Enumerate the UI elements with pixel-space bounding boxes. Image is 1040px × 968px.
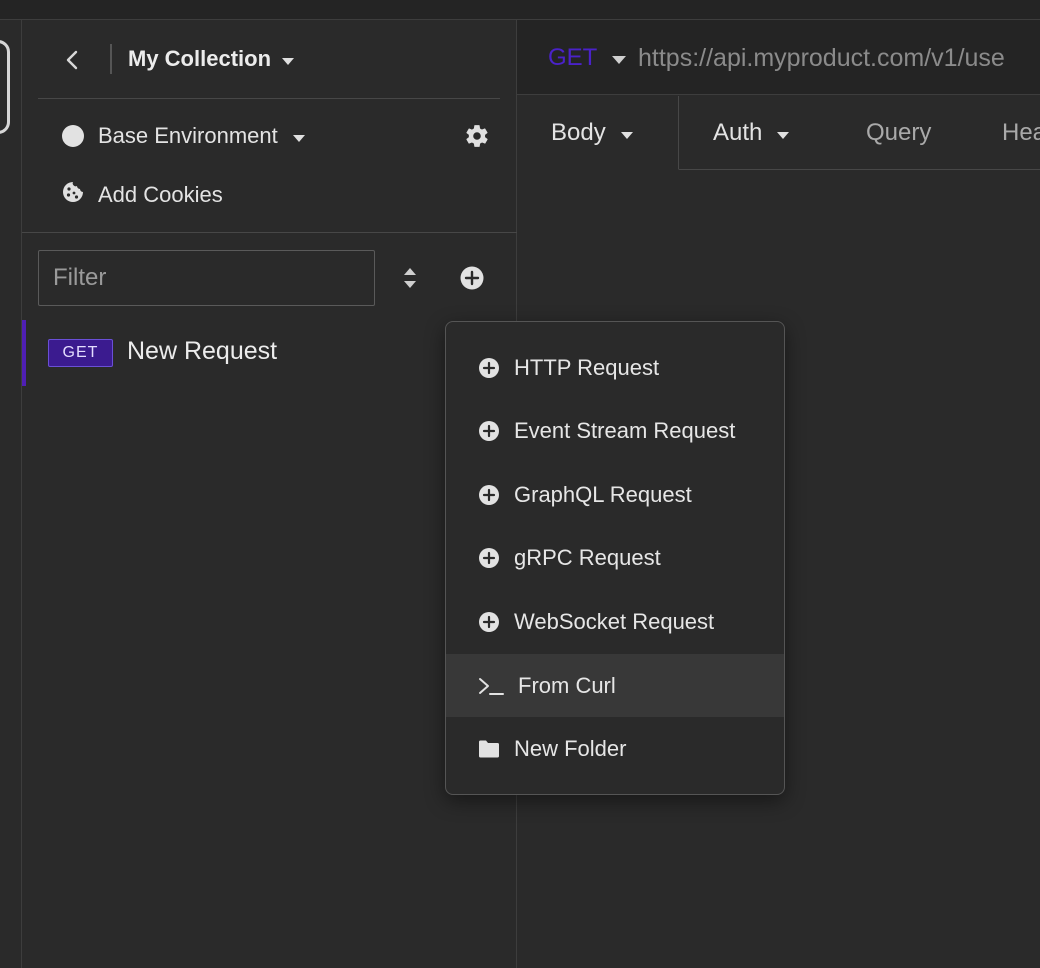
sidebar: My Collection Base Environment Add Cooki… <box>22 20 517 968</box>
http-method-label: GET <box>548 44 598 71</box>
add-cookies-label: Add Cookies <box>98 182 223 207</box>
tab-label: Hea <box>1002 119 1040 146</box>
menu-item-grpc-request[interactable]: gRPC Request <box>446 526 784 589</box>
plus-circle-icon <box>478 420 500 442</box>
menu-item-label: From Curl <box>518 672 616 698</box>
menu-item-event-stream-request[interactable]: Event Stream Request <box>446 399 784 462</box>
plus-circle-icon <box>478 611 500 633</box>
url-bar: GET https://api.myproduct.com/v1/use <box>517 20 1040 95</box>
gear-icon[interactable] <box>464 123 490 149</box>
menu-item-label: HTTP Request <box>514 354 660 380</box>
rail-button[interactable] <box>0 40 10 134</box>
menu-item-label: gRPC Request <box>514 544 661 570</box>
tab-body[interactable]: Body <box>517 96 679 170</box>
menu-item-from-curl[interactable]: From Curl <box>446 654 784 717</box>
request-tabs: Body Auth Query Hea <box>517 96 1040 170</box>
tab-label: Query <box>866 119 932 146</box>
environment-label: Base Environment <box>98 123 278 148</box>
menu-item-new-folder[interactable]: New Folder <box>446 717 784 780</box>
create-menu: HTTP Request Event Stream Request GraphQ… <box>445 321 785 795</box>
caret-down-icon <box>292 123 306 149</box>
collection-title: My Collection <box>128 46 272 71</box>
http-method-dropdown[interactable]: GET <box>548 44 627 72</box>
divider <box>110 44 112 74</box>
menu-item-label: WebSocket Request <box>514 608 715 634</box>
tab-query[interactable]: Query <box>866 96 931 170</box>
tabs-divider <box>679 169 1040 170</box>
sort-icon[interactable] <box>398 264 422 292</box>
plus-circle-icon <box>478 357 500 379</box>
folder-icon <box>478 738 500 760</box>
title-bar <box>0 0 1040 20</box>
menu-item-graphql-request[interactable]: GraphQL Request <box>446 463 784 526</box>
plus-circle-icon <box>478 547 500 569</box>
caret-down-icon <box>620 119 634 147</box>
cookie-icon <box>62 181 84 209</box>
menu-item-http-request[interactable]: HTTP Request <box>446 336 784 399</box>
plus-circle-icon[interactable] <box>459 265 485 291</box>
terminal-icon <box>478 675 504 697</box>
caret-down-icon <box>776 119 790 147</box>
environment-selector[interactable]: Base Environment <box>62 120 306 152</box>
url-input[interactable]: https://api.myproduct.com/v1/use <box>638 44 1005 73</box>
caret-down-icon <box>281 46 295 72</box>
left-rail <box>0 20 22 968</box>
collection-title-dropdown[interactable]: My Collection <box>128 44 295 74</box>
filter-input[interactable] <box>38 250 375 306</box>
caret-down-icon <box>611 44 627 72</box>
tab-auth[interactable]: Auth <box>713 96 790 170</box>
active-indicator <box>22 320 26 386</box>
environment-dot-icon <box>62 125 84 147</box>
tab-label: Auth <box>713 119 763 146</box>
chevron-left-icon[interactable] <box>62 45 82 75</box>
add-cookies-button[interactable]: Add Cookies <box>62 179 223 211</box>
plus-circle-icon <box>478 484 500 506</box>
menu-item-label: Event Stream Request <box>514 417 736 443</box>
request-name: New Request <box>127 337 278 365</box>
divider <box>22 232 517 233</box>
tab-headers[interactable]: Hea <box>1002 96 1040 170</box>
menu-item-label: GraphQL Request <box>514 481 692 507</box>
menu-item-label: New Folder <box>514 735 627 761</box>
method-badge: GET <box>48 339 113 367</box>
tab-label: Body <box>551 118 606 146</box>
request-list-item[interactable]: GET New Request <box>22 320 517 386</box>
menu-item-websocket-request[interactable]: WebSocket Request <box>446 590 784 653</box>
collection-header: My Collection <box>38 20 500 99</box>
